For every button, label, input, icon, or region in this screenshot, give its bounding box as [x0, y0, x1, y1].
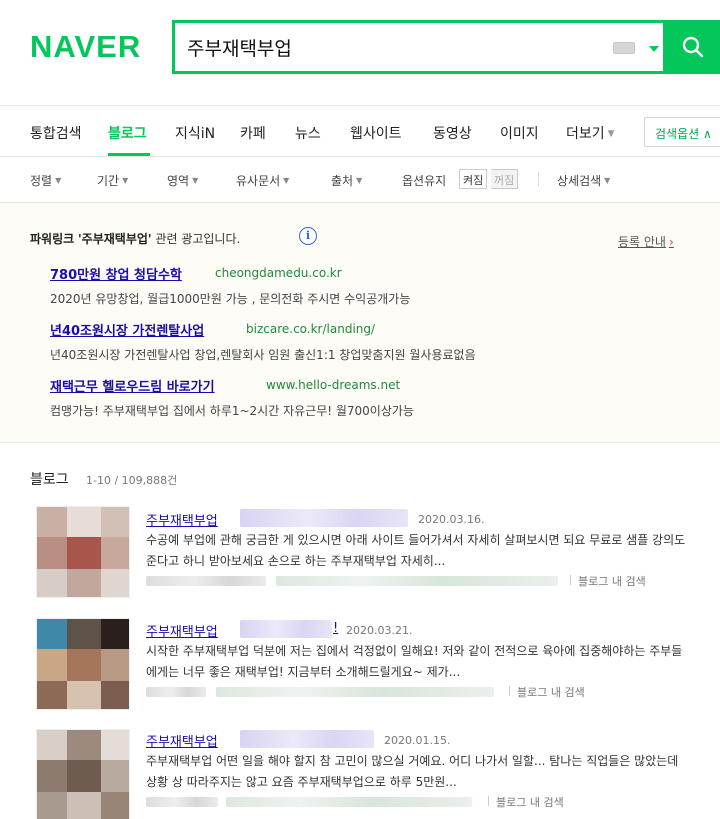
ads-heading-query: '주부재택부업' [78, 232, 152, 246]
tab-kin[interactable]: 지식iN [175, 123, 215, 143]
result-description: 수공예 부업에 관해 궁금한 게 있으시면 아래 사이트 들어가셔서 자세히 살… [146, 533, 686, 568]
filter-sort[interactable]: 정렬 ▼ [30, 172, 61, 189]
ad-description: 년40조원시장 가전렌탈사업 창업,렌탈회사 임원 출신1:1 창업맞춤지원 월… [50, 348, 476, 362]
filter-detail[interactable]: 상세검색 ▼ [557, 172, 610, 189]
keyboard-icon[interactable] [613, 42, 635, 54]
filter-period-label: 기간 [97, 174, 120, 188]
blurred-blog-url[interactable] [276, 576, 558, 586]
blurred-blog-name [240, 730, 374, 748]
ad-title-link[interactable]: 재택근무 헬로우드림 바로가기 [50, 376, 215, 395]
blog-inner-search-link[interactable]: 블로그 내 검색 [488, 794, 564, 810]
ad-url[interactable]: bizcare.co.kr/landing/ [246, 322, 375, 336]
search-box [172, 20, 666, 74]
naver-logo[interactable]: NAVER [30, 29, 141, 65]
tab-blog[interactable]: 블로그 [108, 123, 147, 143]
option-keep-label: 옵션유지 [402, 174, 447, 188]
result-title-link[interactable]: 주부재택부업 [146, 510, 218, 529]
filter-source-label: 출처 [331, 174, 354, 188]
tab-cafe[interactable]: 카페 [240, 123, 266, 143]
search-input[interactable] [187, 31, 587, 63]
chevron-down-icon[interactable] [649, 46, 659, 52]
blurred-blog-author [146, 687, 206, 697]
header: NAVER [0, 0, 720, 106]
ad-description: 2020년 유망창업, 월급1000만원 가능 , 문의전화 주시면 수익공개가… [50, 292, 411, 306]
result-date: 2020.03.21. [346, 624, 413, 637]
ads-heading: 파워링크 '주부재택부업' 관련 광고입니다. [30, 230, 240, 247]
active-tab-indicator [108, 153, 150, 156]
result-description: 주부재택부업 어떤 일을 해야 할지 참 고민이 많으실 거예요. 어디 나가서… [146, 754, 679, 789]
filter-area-label: 영역 [167, 174, 190, 188]
result-title-link[interactable]: 주부재택부업 [146, 621, 218, 640]
caret-down-icon: ▼ [604, 176, 611, 185]
option-keep-off-toggle[interactable]: 꺼짐 [491, 169, 519, 189]
result-title-tail[interactable]: ! [333, 621, 338, 636]
ads-heading-prefix: 파워링크 [30, 232, 75, 246]
ad-description: 컴맹가능! 주부재택부업 집에서 하루1~2시간 자유근무! 월700이상가능 [50, 404, 414, 418]
caret-down-icon: ▼ [122, 176, 129, 185]
power-link-ads: 파워링크 '주부재택부업' 관련 광고입니다. i 등록 안내 › 780만원 창… [0, 203, 720, 443]
blurred-blog-url[interactable] [216, 687, 494, 697]
ads-heading-suffix: 관련 광고입니다. [155, 232, 241, 246]
caret-down-icon: ▼ [55, 176, 62, 185]
caret-down-icon: ▼ [356, 176, 363, 185]
result-description: 시작한 주부재택부업 덕분에 저는 집에서 걱정없이 일해요! 저와 같이 전적… [146, 644, 683, 679]
result-title-link[interactable]: 주부재택부업 [146, 731, 218, 750]
filter-period[interactable]: 기간 ▼ [97, 172, 128, 189]
divider [538, 172, 539, 187]
blog-inner-search-link[interactable]: 블로그 내 검색 [509, 684, 585, 700]
filter-source[interactable]: 출처 ▼ [331, 172, 362, 189]
result-thumbnail[interactable] [36, 506, 130, 598]
tab-image[interactable]: 이미지 [500, 123, 539, 143]
search-tabs: 통합검색 블로그 지식iN 카페 뉴스 웹사이트 동영상 이미지 더보기 ▼ 검색… [0, 106, 720, 157]
filter-area[interactable]: 영역 ▼ [167, 172, 198, 189]
filter-sort-label: 정렬 [30, 174, 53, 188]
blog-result-count: 1-10 / 109,888건 [86, 474, 178, 487]
blurred-blog-name [240, 509, 408, 527]
ad-register-label: 등록 안내 [618, 235, 666, 249]
result-thumbnail[interactable] [36, 618, 130, 710]
tab-more-label: 더보기 [566, 126, 605, 142]
option-keep-on-toggle[interactable]: 켜짐 [459, 169, 488, 189]
blurred-blog-author [146, 797, 218, 807]
caret-down-icon: ▼ [192, 176, 199, 185]
search-button[interactable] [666, 20, 720, 74]
caret-down-icon: ▼ [607, 129, 615, 139]
result-date: 2020.03.16. [418, 513, 485, 526]
tab-news[interactable]: 뉴스 [295, 123, 321, 143]
blurred-blog-name [240, 620, 332, 638]
blurred-blog-author [146, 576, 266, 586]
blog-inner-search-link[interactable]: 블로그 내 검색 [570, 573, 646, 589]
search-icon [682, 36, 704, 58]
search-options-button[interactable]: 검색옵션 ∧ [644, 117, 720, 147]
filter-detail-label: 상세검색 [557, 174, 602, 188]
tab-all[interactable]: 통합검색 [30, 123, 82, 143]
tab-website[interactable]: 웹사이트 [350, 123, 402, 143]
filter-bar: 정렬 ▼ 기간 ▼ 영역 ▼ 유사문서 ▼ 출처 ▼ 옵션유지 켜짐 꺼짐 상세검색 ▼ [0, 157, 720, 203]
blurred-blog-url[interactable] [226, 797, 472, 807]
ad-url[interactable]: cheongdamedu.co.kr [215, 266, 342, 280]
ad-register-link[interactable]: 등록 안내 › [618, 233, 674, 250]
filter-similar-label: 유사문서 [236, 174, 281, 188]
tab-video[interactable]: 동영상 [433, 123, 472, 143]
ad-title-link[interactable]: 년40조원시장 가전렌탈사업 [50, 320, 204, 339]
filter-similar[interactable]: 유사문서 ▼ [236, 172, 289, 189]
result-thumbnail[interactable] [36, 729, 130, 819]
caret-down-icon: ▼ [283, 176, 290, 185]
chevron-right-icon: › [668, 235, 674, 249]
ad-url[interactable]: www.hello-dreams.net [266, 378, 400, 392]
blog-section-title: 블로그 [30, 472, 69, 488]
tab-more[interactable]: 더보기 ▼ [566, 123, 615, 143]
info-icon[interactable]: i [299, 227, 317, 245]
ad-title-link[interactable]: 780만원 창업 청담수학 [50, 264, 182, 283]
result-date: 2020.01.15. [384, 734, 451, 747]
